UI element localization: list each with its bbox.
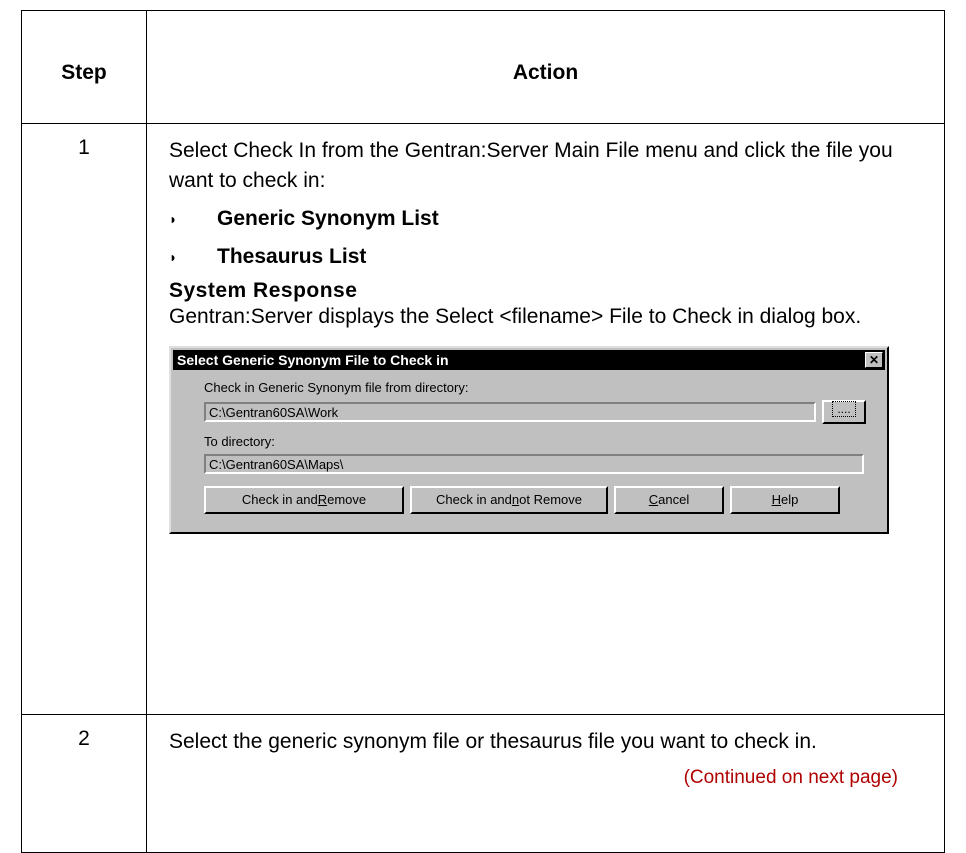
help-button[interactable]: Help (730, 486, 840, 514)
button-label-mnemonic: H (771, 492, 782, 507)
from-directory-field[interactable]: C:\Gentran60SA\Work (204, 402, 816, 422)
step-text: Select the generic synonym file or thesa… (169, 730, 817, 753)
to-directory-field[interactable]: C:\Gentran60SA\Maps\ (204, 454, 864, 474)
from-directory-label: Check in Generic Synonym file from direc… (204, 380, 469, 395)
check-in-and-remove-button[interactable]: Check in and Remove (204, 486, 404, 514)
dialog-titlebar: Select Generic Synonym File to Check in … (173, 350, 885, 370)
button-label-mnemonic: C (648, 492, 659, 507)
list-item: ◗ Thesaurus List (169, 242, 930, 272)
action-cell: Select the generic synonym file or thesa… (146, 714, 945, 853)
to-directory-row: C:\Gentran60SA\Maps\ (204, 454, 887, 474)
step-intro-text: Select Check In from the Gentran:Server … (169, 139, 893, 192)
list-item: ◗ Generic Synonym List (169, 204, 930, 234)
procedure-table: Step Action 1 Select Check In from the G… (21, 10, 945, 853)
procedure-table-container: Step Action 1 Select Check In from the G… (21, 10, 966, 853)
table-row: 2 Select the generic synonym file or the… (21, 714, 945, 853)
action-header: Action (146, 10, 945, 124)
system-response-text: Gentran:Server displays the Select <file… (169, 305, 862, 328)
table-row: 1 Select Check In from the Gentran:Serve… (21, 123, 945, 715)
button-label-mnemonic: n (511, 492, 520, 507)
browse-button-label: .... (832, 401, 856, 417)
file-type-list: ◗ Generic Synonym List ◗ Thesaurus List (169, 204, 930, 272)
list-item-label: Thesaurus List (217, 245, 367, 268)
close-icon[interactable]: ✕ (865, 352, 883, 368)
dialog-body: Check in Generic Synonym file from direc… (171, 372, 887, 514)
to-directory-label: To directory: (204, 434, 275, 449)
button-label-post: ancel (658, 492, 690, 507)
check-in-and-not-remove-button[interactable]: Check in and n ot Remove (410, 486, 608, 514)
dialog-title: Select Generic Synonym File to Check in (177, 352, 449, 368)
continued-note: (Continued on next page) (683, 767, 898, 788)
step-number: 2 (21, 714, 147, 853)
button-label-pre: Check in and (436, 492, 512, 507)
action-cell: Select Check In from the Gentran:Server … (146, 123, 945, 715)
button-label-pre: Check in and (241, 492, 318, 507)
list-item-label: Generic Synonym List (217, 207, 439, 230)
from-directory-row: C:\Gentran60SA\Work .... (204, 400, 887, 424)
button-label-post: elp (781, 492, 799, 507)
bullet-icon: ◗ (169, 249, 178, 265)
system-response-heading: System Response (169, 279, 358, 302)
dialog-button-row: Check in and Remove Check in and n ot Rem… (204, 486, 887, 514)
check-in-dialog: Select Generic Synonym File to Check in … (169, 346, 889, 534)
button-label-post: emove (327, 492, 367, 507)
button-label-mnemonic: R (317, 492, 328, 507)
cancel-button[interactable]: Cancel (614, 486, 724, 514)
step-header: Step (21, 10, 147, 124)
button-label-post: ot Remove (519, 492, 582, 507)
bullet-icon: ◗ (169, 211, 178, 227)
browse-button[interactable]: .... (822, 400, 866, 424)
step-number: 1 (21, 123, 147, 715)
